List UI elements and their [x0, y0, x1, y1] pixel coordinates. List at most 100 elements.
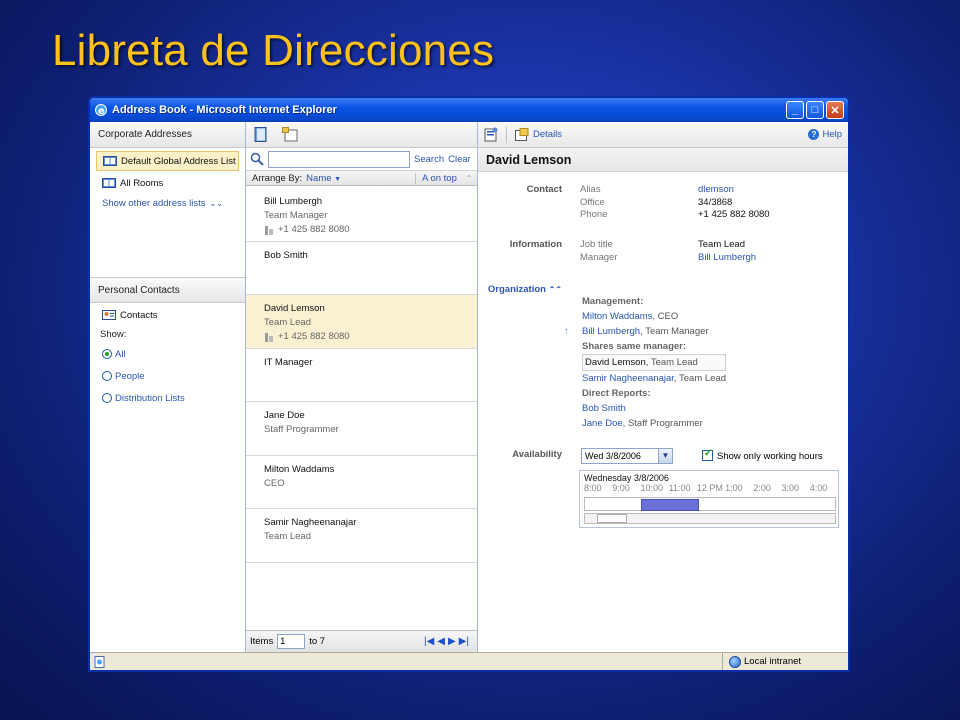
manager-2-link[interactable]: Bill Lumbergh: [582, 326, 640, 337]
left-spacer: [90, 213, 245, 277]
contact-row-bill-lumbergh[interactable]: Bill Lumbergh Team Manager +1 425 882 80…: [246, 188, 477, 242]
clear-button[interactable]: Clear: [448, 154, 471, 165]
availability-date-dropdown[interactable]: Wed 3/8/2006 ▼: [581, 448, 673, 464]
peer-2-role: , Team Lead: [673, 373, 727, 384]
last-page-icon[interactable]: ▶|: [459, 636, 469, 647]
details-toolbar: Details ? Help: [478, 122, 848, 148]
personal-contacts-header: Personal Contacts: [90, 277, 245, 303]
list-toolbar: [246, 122, 477, 148]
manager-key: Manager: [580, 251, 618, 263]
arrange-field-label: Name: [306, 172, 332, 184]
working-hours-checkbox[interactable]: [702, 448, 713, 461]
close-button[interactable]: ✕: [826, 101, 844, 119]
all-rooms-item[interactable]: All Rooms: [90, 173, 245, 193]
contact-row-it-manager[interactable]: IT Manager: [246, 349, 477, 402]
hour-label: 12 PM: [696, 483, 723, 493]
job-title-key: Job title: [580, 239, 613, 250]
report-1-link[interactable]: Bob Smith: [582, 403, 626, 414]
show-other-address-lists-link[interactable]: Show other address lists ⌄⌄: [90, 193, 245, 213]
prev-page-icon[interactable]: ◀: [437, 636, 445, 647]
arrange-field-dropdown[interactable]: Name ▼: [306, 173, 341, 184]
contacts-card-icon: [102, 310, 116, 320]
report-2-link[interactable]: Jane Doe: [582, 418, 623, 429]
security-zone: Local intranet: [722, 653, 848, 670]
shares-manager-header: Shares same manager:: [582, 341, 687, 352]
search-input[interactable]: [268, 150, 410, 168]
peer-2-link[interactable]: Samir Nagheenanajar: [582, 373, 674, 384]
filter-distribution-lists-radio[interactable]: Distribution Lists: [90, 387, 245, 409]
office-phone-icon: [265, 332, 273, 342]
contacts-folder-item[interactable]: Contacts: [90, 305, 245, 325]
next-page-icon[interactable]: ▶: [448, 636, 456, 647]
new-contact-icon[interactable]: [282, 127, 298, 142]
arrange-by-label: Arrange By:: [252, 172, 303, 184]
first-page-icon[interactable]: |◀: [424, 636, 434, 647]
search-button[interactable]: Search: [414, 154, 444, 165]
contact-title: Team Manager: [264, 210, 328, 221]
zone-label: Local intranet: [744, 656, 802, 667]
office-phone-icon: [265, 225, 273, 235]
window-titlebar[interactable]: e Address Book - Microsoft Internet Expl…: [90, 98, 848, 122]
alias-link[interactable]: dlemson: [698, 184, 770, 197]
hour-label: 9:00: [612, 483, 630, 493]
manager-1-link[interactable]: Milton Waddams: [582, 311, 652, 322]
address-book-view-icon[interactable]: [254, 127, 268, 142]
current-peer-row: David Lemson, Team Lead: [582, 354, 726, 371]
manager-link[interactable]: Bill Lumbergh: [698, 252, 756, 265]
items-start-input[interactable]: 1: [277, 634, 306, 649]
organization-toggle[interactable]: Organization ⌃⌃: [478, 284, 562, 295]
filter-people-radio[interactable]: People: [90, 365, 245, 387]
contact-row-jane-doe[interactable]: Jane Doe Staff Programmer: [246, 402, 477, 456]
contact-row-bob-smith[interactable]: Bob Smith: [246, 242, 477, 295]
availability-section-label: Availability: [512, 449, 562, 460]
contact-row-samir-nagheenanajar[interactable]: Samir Nagheenanajar Team Lead: [246, 509, 477, 563]
dropdown-arrow-icon: ▼: [658, 449, 672, 463]
maximize-button[interactable]: □: [806, 101, 824, 119]
report-2-role: , Staff Programmer: [622, 418, 703, 429]
globe-icon: [729, 655, 741, 668]
details-icon: [515, 128, 529, 141]
help-button[interactable]: ? Help: [808, 129, 842, 140]
contact-name: Bill Lumbergh: [264, 196, 323, 207]
filter-all-radio[interactable]: All: [90, 343, 245, 365]
minimize-button[interactable]: _: [786, 101, 804, 119]
contact-name: Samir Nagheenanajar: [264, 517, 357, 528]
contact-row-milton-waddams[interactable]: Milton Waddams CEO: [246, 456, 477, 509]
details-button[interactable]: Details: [533, 129, 562, 140]
contact-name: David Lemson: [264, 303, 325, 314]
peer-1-role: , Team Lead: [645, 357, 698, 368]
add-to-contacts-icon[interactable]: [484, 127, 498, 142]
sort-order-toggle[interactable]: A on top ⌃: [415, 172, 477, 184]
phone-value: +1 425 882 8080: [698, 209, 770, 220]
busy-block: [641, 499, 699, 511]
management-header: Management:: [582, 296, 644, 307]
information-keys: Job title Manager: [580, 239, 618, 264]
contact-values: dlemson 34/3868 +1 425 882 8080: [698, 184, 770, 222]
address-book-content: Corporate Addresses Default Global Addre…: [90, 122, 848, 652]
direct-reports-header: Direct Reports:: [582, 388, 651, 399]
items-to-label: to 7: [309, 636, 326, 647]
filter-all-label: All: [115, 348, 126, 360]
contact-row-david-lemson[interactable]: David Lemson Team Lead +1 425 882 8080: [246, 295, 477, 349]
arrange-by-bar: Arrange By: Name ▼ A on top ⌃: [246, 170, 477, 186]
organization-chart: Management: Milton Waddams, CEO ↑ Bill Lu…: [564, 294, 812, 431]
radio-selected-icon: [102, 349, 112, 359]
contact-title: Staff Programmer: [264, 424, 339, 435]
help-label: Help: [822, 129, 842, 140]
filter-distribution-lists-label: Distribution Lists: [115, 392, 185, 404]
corporate-addresses-header: Corporate Addresses: [90, 122, 245, 148]
global-address-list-item[interactable]: Default Global Address List: [96, 151, 239, 171]
window-title: Address Book - Microsoft Internet Explor…: [112, 104, 337, 116]
free-busy-bar: [584, 497, 836, 511]
address-book-icon: [102, 178, 116, 188]
office-key: Office: [580, 196, 605, 208]
sort-arrow-icon: ⌃: [465, 173, 473, 183]
alias-key: Alias: [580, 184, 601, 195]
sort-order-label: A on top: [422, 172, 457, 184]
hour-label: 10:00: [640, 483, 663, 493]
scroll-thumb[interactable]: [597, 514, 627, 523]
contact-list: Bill Lumbergh Team Manager +1 425 882 80…: [246, 188, 477, 630]
timeline-scrollbar[interactable]: [584, 513, 836, 524]
contact-name: IT Manager: [264, 356, 313, 368]
svg-text:e: e: [98, 106, 105, 117]
